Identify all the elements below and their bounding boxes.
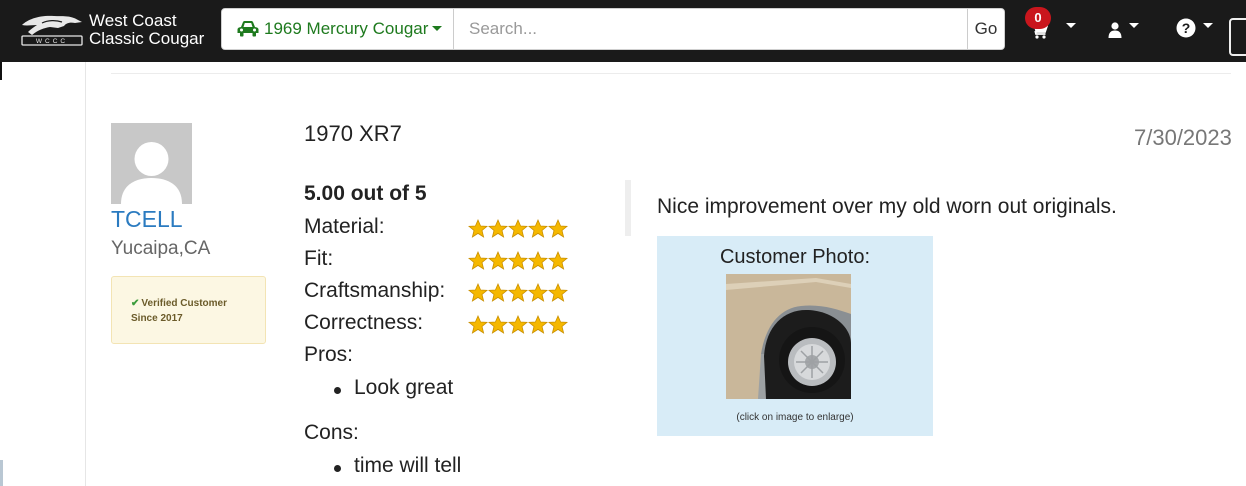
section-divider (111, 73, 1231, 74)
rating-row-fit: Fit: (304, 247, 333, 271)
star-icon (467, 282, 489, 302)
rating-label: Material: (304, 215, 385, 238)
car-icon (237, 21, 259, 37)
svg-text:?: ? (1182, 20, 1191, 36)
rating-label: Craftsmanship: (304, 279, 446, 302)
help-icon: ? (1176, 18, 1196, 38)
star-rating (467, 250, 569, 276)
star-icon (467, 314, 489, 334)
star-icon (487, 218, 509, 238)
edge-divider (0, 62, 2, 80)
star-icon (527, 282, 549, 302)
member-since-label: Since 2017 (131, 313, 183, 324)
brand-line-1: West Coast (89, 11, 177, 30)
search-group: 1969 Mercury Cougar Go (221, 8, 1005, 50)
top-navbar: WCCC West Coast Classic Cougar 1969 Merc… (0, 0, 1246, 62)
brand-name[interactable]: West Coast Classic Cougar (89, 12, 204, 48)
brand-line-2: Classic Cougar (89, 29, 205, 48)
star-icon (487, 314, 509, 334)
star-icon (547, 218, 569, 238)
avatar-placeholder-icon (121, 142, 182, 204)
cons-list-item: time will tell (334, 454, 461, 478)
vehicle-selector-label: 1969 Mercury Cougar (264, 19, 429, 38)
customer-photo[interactable] (726, 274, 851, 399)
reviewer-location: Yucaipa,CA (111, 238, 211, 259)
star-icon (547, 314, 569, 334)
rating-label: Correctness: (304, 311, 424, 334)
pros-label: Pros: (304, 343, 354, 366)
logo-text: WCCC (36, 38, 68, 45)
cart-count-badge: 0 (1025, 7, 1051, 29)
chevron-down-icon (1129, 23, 1140, 29)
review-title: 1970 XR7 (304, 121, 402, 146)
review-comment: Nice improvement over my old worn out or… (657, 195, 1117, 218)
quote-bar (625, 180, 631, 236)
star-icon (487, 282, 509, 302)
edge-divider (0, 460, 3, 486)
avatar (111, 123, 192, 204)
star-icon (527, 218, 549, 238)
cougar-logo[interactable]: WCCC (20, 11, 84, 47)
chevron-down-icon (1066, 23, 1077, 29)
user-icon (1108, 22, 1122, 38)
review-date: 7/30/2023 (1134, 125, 1232, 150)
checkmark-icon: ✔ (131, 298, 140, 309)
star-icon (527, 314, 549, 334)
chevron-down-icon (432, 26, 443, 31)
reviewer-name-link[interactable]: TCELL (111, 206, 183, 233)
star-icon (547, 250, 569, 270)
star-icon (507, 282, 529, 302)
star-icon (467, 218, 489, 238)
star-icon (467, 250, 489, 270)
star-icon (507, 218, 529, 238)
chevron-down-icon (1203, 23, 1214, 29)
search-input[interactable] (454, 9, 968, 49)
star-icon (507, 250, 529, 270)
customer-photo-panel: Customer Photo: (click on image to enlar… (657, 236, 933, 436)
vehicle-selector[interactable]: 1969 Mercury Cougar (222, 9, 454, 49)
rating-row-material: Material: (304, 215, 385, 239)
overall-score: 5.00 out of 5 (304, 182, 427, 205)
column-divider (85, 62, 86, 486)
star-icon (527, 250, 549, 270)
rating-label: Fit: (304, 247, 334, 270)
star-rating (467, 218, 569, 244)
star-icon (487, 250, 509, 270)
pros-list-item: Look great (334, 376, 453, 400)
verified-customer-badge: ✔ Verified Customer Since 2017 (111, 276, 266, 344)
menu-toggle-button[interactable] (1229, 18, 1246, 56)
star-rating (467, 282, 569, 308)
star-icon (547, 282, 569, 302)
star-rating (467, 314, 569, 340)
customer-photo-image (726, 274, 851, 399)
rating-row-craftsmanship: Craftsmanship: (304, 279, 445, 303)
user-dropdown[interactable] (1108, 18, 1140, 44)
help-dropdown[interactable]: ? (1176, 18, 1214, 44)
cons-label: Cons: (304, 421, 359, 444)
rating-row-correctness: Correctness: (304, 311, 423, 335)
customer-photo-title: Customer Photo: (719, 246, 871, 268)
verified-label: Verified Customer (141, 298, 227, 309)
photo-enlarge-hint: (click on image to enlarge) (736, 412, 854, 423)
star-icon (507, 314, 529, 334)
go-button[interactable]: Go (967, 9, 1004, 49)
